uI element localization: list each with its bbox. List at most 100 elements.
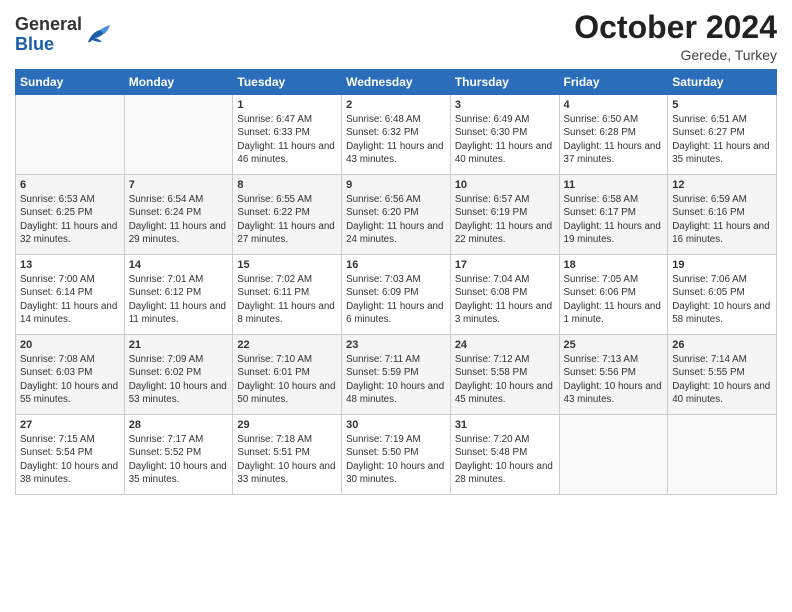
day-number: 11: [564, 179, 664, 191]
calendar-cell: 3Sunrise: 6:49 AMSunset: 6:30 PMDaylight…: [450, 95, 559, 175]
day-info: Sunrise: 7:02 AMSunset: 6:11 PMDaylight:…: [237, 273, 337, 326]
day-info: Sunrise: 7:03 AMSunset: 6:09 PMDaylight:…: [346, 273, 446, 326]
calendar-cell: 11 Sunrise: 6:58 AMSunset: 6:17 PMDayligh…: [559, 175, 668, 255]
calendar-cell: 6 Sunrise: 6:53 AMSunset: 6:25 PMDaylight…: [16, 175, 125, 255]
day-number: 9: [346, 179, 446, 191]
logo: General Blue: [15, 15, 112, 55]
day-info: Sunrise: 6:54 AMSunset: 6:24 PMDaylight:…: [129, 193, 229, 246]
title-block: October 2024 Gerede, Turkey: [574, 10, 777, 63]
weekday-header-wednesday: Wednesday: [342, 70, 451, 95]
day-info: Sunrise: 7:05 AMSunset: 6:06 PMDaylight:…: [564, 273, 664, 326]
calendar-cell: 19Sunrise: 7:06 AMSunset: 6:05 PMDayligh…: [668, 255, 777, 335]
day-info: Sunrise: 7:14 AMSunset: 5:55 PMDaylight:…: [672, 353, 772, 406]
calendar-cell: 9 Sunrise: 6:56 AMSunset: 6:20 PMDaylight…: [342, 175, 451, 255]
calendar-cell: 21 Sunrise: 7:09 AMSunset: 6:02 PMDayligh…: [124, 335, 233, 415]
day-info: Sunrise: 6:56 AMSunset: 6:20 PMDaylight:…: [346, 193, 446, 246]
title-location: Gerede, Turkey: [574, 47, 777, 63]
day-info: Sunrise: 6:53 AMSunset: 6:25 PMDaylight:…: [20, 193, 120, 246]
logo-general-text: General: [15, 14, 82, 34]
day-number: 3: [455, 99, 555, 111]
calendar-cell: 29 Sunrise: 7:18 AMSunset: 5:51 PMDayligh…: [233, 415, 342, 495]
day-info: Sunrise: 7:04 AMSunset: 6:08 PMDaylight:…: [455, 273, 555, 326]
day-info: Sunrise: 7:17 AMSunset: 5:52 PMDaylight:…: [129, 433, 229, 486]
calendar-week-row: 1 Sunrise: 6:47 AMSunset: 6:33 PMDaylight…: [16, 95, 777, 175]
calendar-week-row: 6 Sunrise: 6:53 AMSunset: 6:25 PMDaylight…: [16, 175, 777, 255]
day-number: 22: [237, 339, 337, 351]
day-info: Sunrise: 7:20 AMSunset: 5:48 PMDaylight:…: [455, 433, 555, 486]
calendar-cell: [559, 415, 668, 495]
calendar-cell: 20 Sunrise: 7:08 AMSunset: 6:03 PMDayligh…: [16, 335, 125, 415]
calendar-cell: [124, 95, 233, 175]
day-info: Sunrise: 6:48 AMSunset: 6:32 PMDaylight:…: [346, 113, 446, 166]
day-number: 25: [564, 339, 664, 351]
day-info: Sunrise: 6:55 AMSunset: 6:22 PMDaylight:…: [237, 193, 337, 246]
calendar-table: SundayMondayTuesdayWednesdayThursdayFrid…: [15, 69, 777, 495]
day-info: Sunrise: 6:58 AMSunset: 6:17 PMDaylight:…: [564, 193, 664, 246]
calendar-cell: 23Sunrise: 7:11 AMSunset: 5:59 PMDayligh…: [342, 335, 451, 415]
calendar-cell: 14 Sunrise: 7:01 AMSunset: 6:12 PMDayligh…: [124, 255, 233, 335]
calendar-cell: 2 Sunrise: 6:48 AMSunset: 6:32 PMDaylight…: [342, 95, 451, 175]
day-number: 27: [20, 419, 120, 431]
calendar-cell: 8 Sunrise: 6:55 AMSunset: 6:22 PMDaylight…: [233, 175, 342, 255]
calendar-cell: 31Sunrise: 7:20 AMSunset: 5:48 PMDayligh…: [450, 415, 559, 495]
day-info: Sunrise: 7:18 AMSunset: 5:51 PMDaylight:…: [237, 433, 337, 486]
weekday-header-thursday: Thursday: [450, 70, 559, 95]
day-number: 19: [672, 259, 772, 271]
calendar-cell: 18 Sunrise: 7:05 AMSunset: 6:06 PMDayligh…: [559, 255, 668, 335]
day-number: 30: [346, 419, 446, 431]
day-number: 8: [237, 179, 337, 191]
day-info: Sunrise: 7:13 AMSunset: 5:56 PMDaylight:…: [564, 353, 664, 406]
day-number: 29: [237, 419, 337, 431]
header: General Blue October 2024 Gerede, Turkey: [15, 10, 777, 63]
weekday-header-monday: Monday: [124, 70, 233, 95]
day-number: 18: [564, 259, 664, 271]
day-info: Sunrise: 6:59 AMSunset: 6:16 PMDaylight:…: [672, 193, 772, 246]
day-number: 10: [455, 179, 555, 191]
calendar-cell: 15Sunrise: 7:02 AMSunset: 6:11 PMDayligh…: [233, 255, 342, 335]
day-number: 28: [129, 419, 229, 431]
weekday-header-tuesday: Tuesday: [233, 70, 342, 95]
weekday-header-friday: Friday: [559, 70, 668, 95]
calendar-cell: 22 Sunrise: 7:10 AMSunset: 6:01 PMDayligh…: [233, 335, 342, 415]
calendar-cell: 28 Sunrise: 7:17 AMSunset: 5:52 PMDayligh…: [124, 415, 233, 495]
day-info: Sunrise: 7:09 AMSunset: 6:02 PMDaylight:…: [129, 353, 229, 406]
weekday-header-row: SundayMondayTuesdayWednesdayThursdayFrid…: [16, 70, 777, 95]
day-number: 14: [129, 259, 229, 271]
day-info: Sunrise: 6:47 AMSunset: 6:33 PMDaylight:…: [237, 113, 337, 166]
calendar-cell: 30 Sunrise: 7:19 AMSunset: 5:50 PMDayligh…: [342, 415, 451, 495]
day-number: 5: [672, 99, 772, 111]
calendar-cell: 24 Sunrise: 7:12 AMSunset: 5:58 PMDayligh…: [450, 335, 559, 415]
day-number: 1: [237, 99, 337, 111]
day-info: Sunrise: 7:01 AMSunset: 6:12 PMDaylight:…: [129, 273, 229, 326]
calendar-cell: 17Sunrise: 7:04 AMSunset: 6:08 PMDayligh…: [450, 255, 559, 335]
calendar-cell: 25 Sunrise: 7:13 AMSunset: 5:56 PMDayligh…: [559, 335, 668, 415]
calendar-cell: 27Sunrise: 7:15 AMSunset: 5:54 PMDayligh…: [16, 415, 125, 495]
day-info: Sunrise: 6:57 AMSunset: 6:19 PMDaylight:…: [455, 193, 555, 246]
title-month: October 2024: [574, 10, 777, 45]
calendar-cell: 5 Sunrise: 6:51 AMSunset: 6:27 PMDaylight…: [668, 95, 777, 175]
day-info: Sunrise: 7:12 AMSunset: 5:58 PMDaylight:…: [455, 353, 555, 406]
calendar-week-row: 13Sunrise: 7:00 AMSunset: 6:14 PMDayligh…: [16, 255, 777, 335]
calendar-cell: 1 Sunrise: 6:47 AMSunset: 6:33 PMDaylight…: [233, 95, 342, 175]
day-number: 7: [129, 179, 229, 191]
calendar-cell: 10 Sunrise: 6:57 AMSunset: 6:19 PMDayligh…: [450, 175, 559, 255]
weekday-header-saturday: Saturday: [668, 70, 777, 95]
calendar-cell: 16Sunrise: 7:03 AMSunset: 6:09 PMDayligh…: [342, 255, 451, 335]
day-info: Sunrise: 7:19 AMSunset: 5:50 PMDaylight:…: [346, 433, 446, 486]
day-number: 20: [20, 339, 120, 351]
day-number: 6: [20, 179, 120, 191]
calendar-week-row: 20 Sunrise: 7:08 AMSunset: 6:03 PMDayligh…: [16, 335, 777, 415]
weekday-header-sunday: Sunday: [16, 70, 125, 95]
day-info: Sunrise: 6:51 AMSunset: 6:27 PMDaylight:…: [672, 113, 772, 166]
calendar-cell: [16, 95, 125, 175]
calendar-cell: [668, 415, 777, 495]
day-number: 12: [672, 179, 772, 191]
day-info: Sunrise: 7:10 AMSunset: 6:01 PMDaylight:…: [237, 353, 337, 406]
day-number: 21: [129, 339, 229, 351]
calendar-cell: 7 Sunrise: 6:54 AMSunset: 6:24 PMDaylight…: [124, 175, 233, 255]
day-info: Sunrise: 7:08 AMSunset: 6:03 PMDaylight:…: [20, 353, 120, 406]
day-number: 24: [455, 339, 555, 351]
day-number: 2: [346, 99, 446, 111]
day-number: 23: [346, 339, 446, 351]
day-number: 13: [20, 259, 120, 271]
